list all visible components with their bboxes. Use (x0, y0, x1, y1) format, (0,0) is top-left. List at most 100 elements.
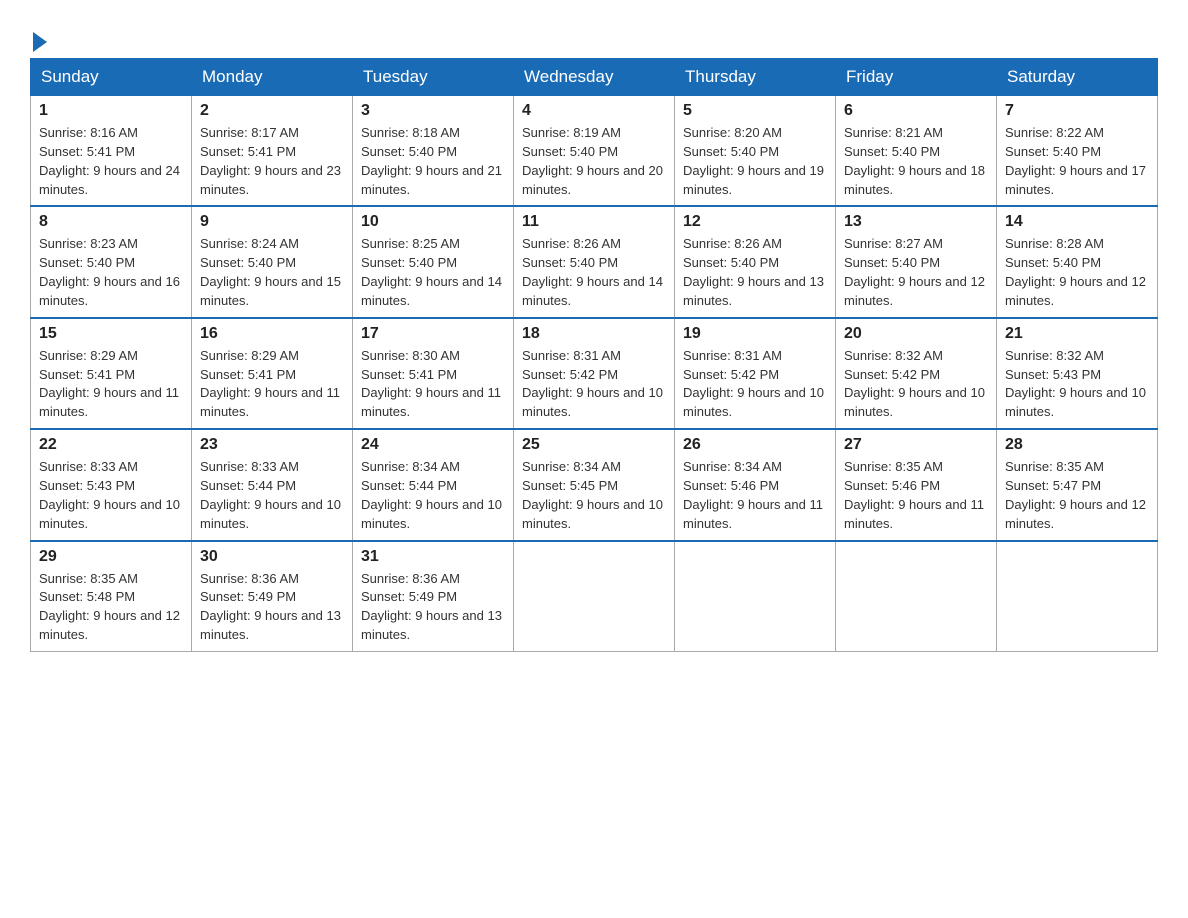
calendar-day-cell: 21 Sunrise: 8:32 AMSunset: 5:43 PMDaylig… (997, 318, 1158, 429)
weekday-header-cell: Wednesday (514, 59, 675, 96)
page-header (30, 20, 1158, 48)
day-info: Sunrise: 8:31 AMSunset: 5:42 PMDaylight:… (522, 347, 666, 422)
day-number: 8 (39, 213, 183, 231)
day-number: 5 (683, 102, 827, 120)
day-info: Sunrise: 8:30 AMSunset: 5:41 PMDaylight:… (361, 347, 505, 422)
weekday-header-row: SundayMondayTuesdayWednesdayThursdayFrid… (31, 59, 1158, 96)
day-info: Sunrise: 8:35 AMSunset: 5:46 PMDaylight:… (844, 458, 988, 533)
day-number: 11 (522, 213, 666, 231)
day-number: 27 (844, 436, 988, 454)
day-info: Sunrise: 8:32 AMSunset: 5:42 PMDaylight:… (844, 347, 988, 422)
logo (30, 28, 47, 48)
day-number: 25 (522, 436, 666, 454)
day-info: Sunrise: 8:35 AMSunset: 5:48 PMDaylight:… (39, 570, 183, 645)
day-number: 21 (1005, 325, 1149, 343)
calendar-day-cell: 27 Sunrise: 8:35 AMSunset: 5:46 PMDaylig… (836, 429, 997, 540)
day-number: 9 (200, 213, 344, 231)
weekday-header-cell: Sunday (31, 59, 192, 96)
calendar-day-cell: 6 Sunrise: 8:21 AMSunset: 5:40 PMDayligh… (836, 96, 997, 207)
day-info: Sunrise: 8:19 AMSunset: 5:40 PMDaylight:… (522, 124, 666, 199)
calendar-day-cell: 4 Sunrise: 8:19 AMSunset: 5:40 PMDayligh… (514, 96, 675, 207)
day-info: Sunrise: 8:36 AMSunset: 5:49 PMDaylight:… (361, 570, 505, 645)
day-number: 20 (844, 325, 988, 343)
calendar-day-cell: 12 Sunrise: 8:26 AMSunset: 5:40 PMDaylig… (675, 206, 836, 317)
weekday-header-cell: Saturday (997, 59, 1158, 96)
day-number: 2 (200, 102, 344, 120)
day-number: 1 (39, 102, 183, 120)
calendar-day-cell: 26 Sunrise: 8:34 AMSunset: 5:46 PMDaylig… (675, 429, 836, 540)
day-info: Sunrise: 8:16 AMSunset: 5:41 PMDaylight:… (39, 124, 183, 199)
calendar-day-cell: 15 Sunrise: 8:29 AMSunset: 5:41 PMDaylig… (31, 318, 192, 429)
day-number: 26 (683, 436, 827, 454)
calendar-day-cell: 25 Sunrise: 8:34 AMSunset: 5:45 PMDaylig… (514, 429, 675, 540)
calendar-week-row: 15 Sunrise: 8:29 AMSunset: 5:41 PMDaylig… (31, 318, 1158, 429)
day-number: 3 (361, 102, 505, 120)
day-info: Sunrise: 8:22 AMSunset: 5:40 PMDaylight:… (1005, 124, 1149, 199)
day-number: 18 (522, 325, 666, 343)
day-number: 23 (200, 436, 344, 454)
day-number: 6 (844, 102, 988, 120)
calendar-day-cell: 10 Sunrise: 8:25 AMSunset: 5:40 PMDaylig… (353, 206, 514, 317)
calendar-day-cell: 17 Sunrise: 8:30 AMSunset: 5:41 PMDaylig… (353, 318, 514, 429)
calendar-day-cell: 24 Sunrise: 8:34 AMSunset: 5:44 PMDaylig… (353, 429, 514, 540)
day-info: Sunrise: 8:34 AMSunset: 5:46 PMDaylight:… (683, 458, 827, 533)
calendar-table: SundayMondayTuesdayWednesdayThursdayFrid… (30, 58, 1158, 652)
day-info: Sunrise: 8:21 AMSunset: 5:40 PMDaylight:… (844, 124, 988, 199)
logo-arrow-icon (33, 32, 47, 52)
calendar-week-row: 22 Sunrise: 8:33 AMSunset: 5:43 PMDaylig… (31, 429, 1158, 540)
day-number: 29 (39, 548, 183, 566)
calendar-day-cell: 16 Sunrise: 8:29 AMSunset: 5:41 PMDaylig… (192, 318, 353, 429)
day-info: Sunrise: 8:27 AMSunset: 5:40 PMDaylight:… (844, 235, 988, 310)
calendar-day-cell: 30 Sunrise: 8:36 AMSunset: 5:49 PMDaylig… (192, 541, 353, 652)
day-number: 10 (361, 213, 505, 231)
calendar-week-row: 29 Sunrise: 8:35 AMSunset: 5:48 PMDaylig… (31, 541, 1158, 652)
day-info: Sunrise: 8:36 AMSunset: 5:49 PMDaylight:… (200, 570, 344, 645)
day-info: Sunrise: 8:34 AMSunset: 5:44 PMDaylight:… (361, 458, 505, 533)
weekday-header-cell: Tuesday (353, 59, 514, 96)
day-number: 22 (39, 436, 183, 454)
calendar-day-cell: 28 Sunrise: 8:35 AMSunset: 5:47 PMDaylig… (997, 429, 1158, 540)
day-number: 16 (200, 325, 344, 343)
calendar-day-cell: 13 Sunrise: 8:27 AMSunset: 5:40 PMDaylig… (836, 206, 997, 317)
day-info: Sunrise: 8:24 AMSunset: 5:40 PMDaylight:… (200, 235, 344, 310)
day-number: 4 (522, 102, 666, 120)
day-number: 19 (683, 325, 827, 343)
calendar-day-cell: 14 Sunrise: 8:28 AMSunset: 5:40 PMDaylig… (997, 206, 1158, 317)
day-info: Sunrise: 8:34 AMSunset: 5:45 PMDaylight:… (522, 458, 666, 533)
day-info: Sunrise: 8:26 AMSunset: 5:40 PMDaylight:… (522, 235, 666, 310)
day-number: 14 (1005, 213, 1149, 231)
day-number: 15 (39, 325, 183, 343)
day-info: Sunrise: 8:26 AMSunset: 5:40 PMDaylight:… (683, 235, 827, 310)
day-number: 7 (1005, 102, 1149, 120)
calendar-day-cell: 20 Sunrise: 8:32 AMSunset: 5:42 PMDaylig… (836, 318, 997, 429)
weekday-header-cell: Monday (192, 59, 353, 96)
calendar-day-cell: 23 Sunrise: 8:33 AMSunset: 5:44 PMDaylig… (192, 429, 353, 540)
calendar-day-cell: 9 Sunrise: 8:24 AMSunset: 5:40 PMDayligh… (192, 206, 353, 317)
weekday-header-cell: Thursday (675, 59, 836, 96)
day-info: Sunrise: 8:18 AMSunset: 5:40 PMDaylight:… (361, 124, 505, 199)
day-info: Sunrise: 8:28 AMSunset: 5:40 PMDaylight:… (1005, 235, 1149, 310)
calendar-day-cell (836, 541, 997, 652)
calendar-day-cell: 3 Sunrise: 8:18 AMSunset: 5:40 PMDayligh… (353, 96, 514, 207)
day-number: 28 (1005, 436, 1149, 454)
day-info: Sunrise: 8:17 AMSunset: 5:41 PMDaylight:… (200, 124, 344, 199)
day-number: 12 (683, 213, 827, 231)
calendar-day-cell: 7 Sunrise: 8:22 AMSunset: 5:40 PMDayligh… (997, 96, 1158, 207)
day-info: Sunrise: 8:20 AMSunset: 5:40 PMDaylight:… (683, 124, 827, 199)
day-info: Sunrise: 8:25 AMSunset: 5:40 PMDaylight:… (361, 235, 505, 310)
calendar-day-cell: 19 Sunrise: 8:31 AMSunset: 5:42 PMDaylig… (675, 318, 836, 429)
day-info: Sunrise: 8:32 AMSunset: 5:43 PMDaylight:… (1005, 347, 1149, 422)
calendar-day-cell: 29 Sunrise: 8:35 AMSunset: 5:48 PMDaylig… (31, 541, 192, 652)
day-info: Sunrise: 8:29 AMSunset: 5:41 PMDaylight:… (39, 347, 183, 422)
weekday-header-cell: Friday (836, 59, 997, 96)
calendar-day-cell (675, 541, 836, 652)
calendar-day-cell (997, 541, 1158, 652)
calendar-day-cell: 18 Sunrise: 8:31 AMSunset: 5:42 PMDaylig… (514, 318, 675, 429)
day-number: 30 (200, 548, 344, 566)
day-info: Sunrise: 8:33 AMSunset: 5:44 PMDaylight:… (200, 458, 344, 533)
day-info: Sunrise: 8:31 AMSunset: 5:42 PMDaylight:… (683, 347, 827, 422)
calendar-week-row: 1 Sunrise: 8:16 AMSunset: 5:41 PMDayligh… (31, 96, 1158, 207)
calendar-week-row: 8 Sunrise: 8:23 AMSunset: 5:40 PMDayligh… (31, 206, 1158, 317)
day-number: 31 (361, 548, 505, 566)
calendar-day-cell: 5 Sunrise: 8:20 AMSunset: 5:40 PMDayligh… (675, 96, 836, 207)
